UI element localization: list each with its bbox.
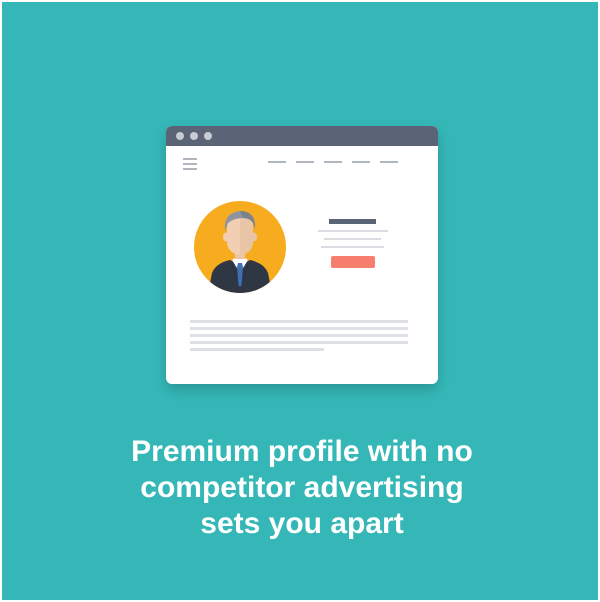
content-text-line (190, 341, 408, 344)
profile-info-line (324, 238, 381, 240)
window-dot-icon (176, 132, 184, 140)
profile-info-line (321, 246, 384, 248)
nav-placeholder-line (268, 161, 286, 163)
headline-line-1: Premium profile with no (131, 435, 473, 468)
nav-placeholder-line (324, 161, 342, 163)
window-dot-icon (204, 132, 212, 140)
content-text-line (190, 320, 408, 323)
businessman-avatar-icon (194, 201, 286, 293)
headline: Premium profile with no competitor adver… (40, 434, 564, 542)
browser-titlebar (166, 126, 438, 146)
hamburger-icon (183, 158, 197, 170)
browser-window-illustration (166, 126, 438, 384)
nav-placeholder-line (296, 161, 314, 163)
headline-line-2: competitor advertising (140, 471, 464, 504)
content-text-line (190, 327, 408, 330)
headline-line-3: sets you apart (200, 507, 404, 540)
nav-placeholder-line (380, 161, 398, 163)
content-text-line (190, 348, 324, 351)
profile-info-line (318, 230, 388, 232)
nav-placeholder-line (352, 161, 370, 163)
canvas: Premium profile with no competitor adver… (0, 0, 600, 602)
window-dot-icon (190, 132, 198, 140)
content-text-line (190, 334, 408, 337)
profile-name-placeholder (329, 219, 376, 224)
profile-contact-button (331, 256, 375, 268)
